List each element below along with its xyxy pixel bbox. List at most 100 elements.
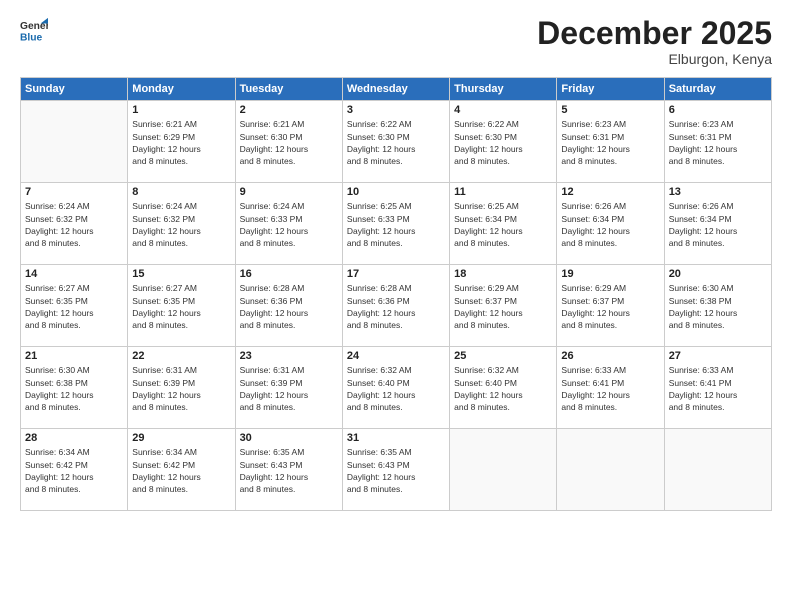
day-detail: Sunrise: 6:29 AM Sunset: 6:37 PM Dayligh… [454, 282, 552, 331]
table-row: 7 Sunrise: 6:24 AM Sunset: 6:32 PM Daylig… [21, 183, 128, 265]
table-row: 28Sunrise: 6:34 AM Sunset: 6:42 PM Dayli… [21, 429, 128, 511]
day-detail: Sunrise: 6:23 AM Sunset: 6:31 PM Dayligh… [669, 118, 767, 167]
day-number: 10 [347, 186, 445, 198]
table-row: 24 Sunrise: 6:32 AM Sunset: 6:40 PM Dayli… [342, 347, 449, 429]
logo: General Blue [20, 16, 52, 44]
day-detail: Sunrise: 6:22 AM Sunset: 6:30 PM Dayligh… [454, 118, 552, 167]
table-row [664, 429, 771, 511]
table-row: 13Sunrise: 6:26 AM Sunset: 6:34 PM Dayli… [664, 183, 771, 265]
table-row: 5 Sunrise: 6:23 AM Sunset: 6:31 PM Daylig… [557, 101, 664, 183]
table-row: 16 Sunrise: 6:28 AM Sunset: 6:36 PM Dayli… [235, 265, 342, 347]
day-detail: Sunrise: 6:35 AM Sunset: 6:43 PM Dayligh… [347, 446, 445, 495]
col-friday: Friday [557, 78, 664, 101]
day-detail: Sunrise: 6:23 AM Sunset: 6:31 PM Dayligh… [561, 118, 659, 167]
table-row: 10Sunrise: 6:25 AM Sunset: 6:33 PM Dayli… [342, 183, 449, 265]
day-number: 24 [347, 350, 445, 362]
header: General Blue December 2025 Elburgon, Ken… [20, 16, 772, 67]
day-detail: Sunrise: 6:21 AM Sunset: 6:30 PM Dayligh… [240, 118, 338, 167]
table-row [21, 101, 128, 183]
table-row: 12 Sunrise: 6:26 AM Sunset: 6:34 PM Dayli… [557, 183, 664, 265]
calendar-week-row: 1 Sunrise: 6:21 AM Sunset: 6:29 PM Daylig… [21, 101, 772, 183]
table-row: 18 Sunrise: 6:29 AM Sunset: 6:37 PM Dayli… [450, 265, 557, 347]
col-saturday: Saturday [664, 78, 771, 101]
table-row: 19Sunrise: 6:29 AM Sunset: 6:37 PM Dayli… [557, 265, 664, 347]
day-detail: Sunrise: 6:28 AM Sunset: 6:36 PM Dayligh… [347, 282, 445, 331]
table-row: 30 Sunrise: 6:35 AM Sunset: 6:43 PM Dayli… [235, 429, 342, 511]
day-number: 12 [561, 186, 659, 198]
table-row: 31 Sunrise: 6:35 AM Sunset: 6:43 PM Dayli… [342, 429, 449, 511]
table-row: 1 Sunrise: 6:21 AM Sunset: 6:29 PM Daylig… [128, 101, 235, 183]
day-number: 27 [669, 350, 767, 362]
day-number: 7 [25, 186, 123, 198]
day-number: 16 [240, 268, 338, 280]
table-row: 6 Sunrise: 6:23 AM Sunset: 6:31 PM Daylig… [664, 101, 771, 183]
table-row: 27 Sunrise: 6:33 AM Sunset: 6:41 PM Dayli… [664, 347, 771, 429]
day-number: 25 [454, 350, 552, 362]
table-row: 17 Sunrise: 6:28 AM Sunset: 6:36 PM Dayli… [342, 265, 449, 347]
day-detail: Sunrise: 6:26 AM Sunset: 6:34 PM Dayligh… [561, 200, 659, 249]
day-detail: Sunrise: 6:29 AM Sunset: 6:37 PM Dayligh… [561, 282, 659, 331]
day-number: 29 [132, 432, 230, 444]
table-row: 25 Sunrise: 6:32 AM Sunset: 6:40 PM Dayli… [450, 347, 557, 429]
day-detail: Sunrise: 6:27 AM Sunset: 6:35 PM Dayligh… [132, 282, 230, 331]
day-number: 1 [132, 104, 230, 116]
day-number: 5 [561, 104, 659, 116]
day-number: 6 [669, 104, 767, 116]
table-row: 26Sunrise: 6:33 AM Sunset: 6:41 PM Dayli… [557, 347, 664, 429]
day-number: 21 [25, 350, 123, 362]
day-detail: Sunrise: 6:34 AM Sunset: 6:42 PM Dayligh… [132, 446, 230, 495]
day-number: 11 [454, 186, 552, 198]
day-detail: Sunrise: 6:34 AM Sunset: 6:42 PM Dayligh… [25, 446, 123, 495]
page: General Blue December 2025 Elburgon, Ken… [0, 0, 792, 612]
calendar-table: Sunday Monday Tuesday Wednesday Thursday… [20, 77, 772, 511]
title-location: Elburgon, Kenya [537, 51, 772, 67]
day-number: 31 [347, 432, 445, 444]
col-sunday: Sunday [21, 78, 128, 101]
day-detail: Sunrise: 6:35 AM Sunset: 6:43 PM Dayligh… [240, 446, 338, 495]
calendar-week-row: 28Sunrise: 6:34 AM Sunset: 6:42 PM Dayli… [21, 429, 772, 511]
calendar-week-row: 7 Sunrise: 6:24 AM Sunset: 6:32 PM Daylig… [21, 183, 772, 265]
col-wednesday: Wednesday [342, 78, 449, 101]
day-detail: Sunrise: 6:33 AM Sunset: 6:41 PM Dayligh… [669, 364, 767, 413]
day-number: 9 [240, 186, 338, 198]
day-detail: Sunrise: 6:22 AM Sunset: 6:30 PM Dayligh… [347, 118, 445, 167]
day-number: 23 [240, 350, 338, 362]
table-row: 14Sunrise: 6:27 AM Sunset: 6:35 PM Dayli… [21, 265, 128, 347]
day-number: 15 [132, 268, 230, 280]
day-number: 26 [561, 350, 659, 362]
calendar-week-row: 14Sunrise: 6:27 AM Sunset: 6:35 PM Dayli… [21, 265, 772, 347]
day-number: 30 [240, 432, 338, 444]
day-detail: Sunrise: 6:31 AM Sunset: 6:39 PM Dayligh… [240, 364, 338, 413]
logo-icon: General Blue [20, 16, 48, 44]
table-row: 21 Sunrise: 6:30 AM Sunset: 6:38 PM Dayli… [21, 347, 128, 429]
table-row: 23 Sunrise: 6:31 AM Sunset: 6:39 PM Dayli… [235, 347, 342, 429]
day-detail: Sunrise: 6:32 AM Sunset: 6:40 PM Dayligh… [454, 364, 552, 413]
calendar-week-row: 21 Sunrise: 6:30 AM Sunset: 6:38 PM Dayli… [21, 347, 772, 429]
day-detail: Sunrise: 6:27 AM Sunset: 6:35 PM Dayligh… [25, 282, 123, 331]
day-number: 22 [132, 350, 230, 362]
title-month: December 2025 [537, 16, 772, 51]
day-number: 17 [347, 268, 445, 280]
table-row [557, 429, 664, 511]
day-detail: Sunrise: 6:21 AM Sunset: 6:29 PM Dayligh… [132, 118, 230, 167]
day-detail: Sunrise: 6:28 AM Sunset: 6:36 PM Dayligh… [240, 282, 338, 331]
day-detail: Sunrise: 6:24 AM Sunset: 6:32 PM Dayligh… [25, 200, 123, 249]
col-thursday: Thursday [450, 78, 557, 101]
day-detail: Sunrise: 6:31 AM Sunset: 6:39 PM Dayligh… [132, 364, 230, 413]
calendar-header-row: Sunday Monday Tuesday Wednesday Thursday… [21, 78, 772, 101]
title-block: December 2025 Elburgon, Kenya [537, 16, 772, 67]
table-row: 9 Sunrise: 6:24 AM Sunset: 6:33 PM Daylig… [235, 183, 342, 265]
day-number: 2 [240, 104, 338, 116]
table-row: 4Sunrise: 6:22 AM Sunset: 6:30 PM Daylig… [450, 101, 557, 183]
table-row [450, 429, 557, 511]
day-detail: Sunrise: 6:24 AM Sunset: 6:32 PM Dayligh… [132, 200, 230, 249]
table-row: 15 Sunrise: 6:27 AM Sunset: 6:35 PM Dayli… [128, 265, 235, 347]
day-detail: Sunrise: 6:24 AM Sunset: 6:33 PM Dayligh… [240, 200, 338, 249]
day-detail: Sunrise: 6:25 AM Sunset: 6:34 PM Dayligh… [454, 200, 552, 249]
table-row: 8Sunrise: 6:24 AM Sunset: 6:32 PM Daylig… [128, 183, 235, 265]
day-number: 20 [669, 268, 767, 280]
day-detail: Sunrise: 6:32 AM Sunset: 6:40 PM Dayligh… [347, 364, 445, 413]
table-row: 2 Sunrise: 6:21 AM Sunset: 6:30 PM Daylig… [235, 101, 342, 183]
day-number: 18 [454, 268, 552, 280]
day-detail: Sunrise: 6:30 AM Sunset: 6:38 PM Dayligh… [25, 364, 123, 413]
